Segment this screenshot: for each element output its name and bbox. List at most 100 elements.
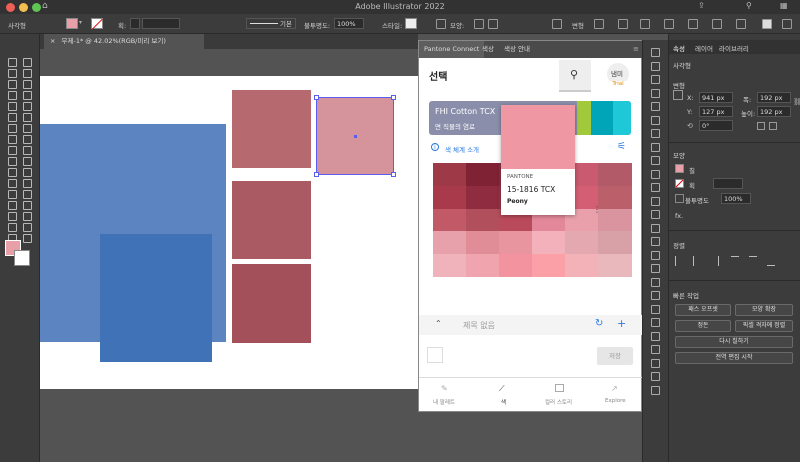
dock-panel-icon[interactable] [651,75,660,84]
dock-panel-icon[interactable] [651,210,660,219]
flip-horizontal-icon[interactable] [757,122,765,130]
distribute-icon[interactable] [664,19,674,29]
dock-panel-icon[interactable] [651,250,660,260]
search-button[interactable]: ⚲ [559,60,591,92]
tool-icon[interactable] [23,80,32,89]
nav-color-story[interactable]: 컬러 스토리 [545,398,572,406]
dock-panel-icon[interactable] [651,277,660,287]
chevron-up-icon[interactable]: ⌃ [435,319,442,328]
dock-panel-icon[interactable] [651,345,660,354]
tool-icon[interactable] [8,135,17,144]
dock-panel-icon[interactable] [651,304,660,314]
align-icon[interactable] [552,19,562,29]
tool-icon[interactable] [8,157,17,166]
tool-icon[interactable] [8,58,17,67]
tool-icon[interactable] [23,168,32,177]
tool-icon[interactable] [23,157,32,166]
color-swatch[interactable] [433,163,467,187]
nav-colors[interactable]: 색 [501,398,506,406]
wine-rectangle[interactable] [232,264,311,343]
color-swatch[interactable] [598,254,632,278]
brush-nav-icon[interactable]: ⟋ [499,384,505,394]
tool-icon[interactable] [8,223,17,232]
dock-panel-icon[interactable] [651,385,660,395]
tool-icon[interactable] [23,179,32,188]
selection-handle[interactable] [391,95,396,100]
opacity-field[interactable]: 100% [334,18,364,29]
dock-panel-icon[interactable] [651,237,660,246]
style-swatch[interactable] [405,18,417,29]
tool-icon[interactable] [8,80,17,89]
pixel-grid-button[interactable]: 픽셀 격자에 정렬 [735,320,793,332]
palette-nav-icon[interactable]: ✎ [441,384,448,393]
nav-explore[interactable]: Explore [605,398,626,404]
transform-label[interactable]: 변형 [572,20,584,30]
dock-panel-icon[interactable] [651,358,660,368]
fill-swatch[interactable] [66,18,78,29]
align-vcenter-icon[interactable] [749,256,757,266]
tab-layers[interactable]: 레이어 [695,43,713,53]
align-hcenter-icon[interactable] [693,256,701,266]
avatar[interactable]: 냄미 Trial [607,63,629,89]
offset-path-button[interactable]: 패스 오프셋 [675,304,731,316]
panel-menu-icon[interactable]: ≡ [633,45,639,53]
color-swatch[interactable] [433,208,467,232]
save-button[interactable]: 저장 [597,347,633,365]
align-center-icon[interactable] [712,19,722,29]
link-icon[interactable]: ⛓ [793,98,800,106]
tab-color-guide[interactable]: 색상 안내 [499,41,535,58]
align-bottom-icon[interactable] [767,256,775,266]
angle-field[interactable]: 0° [699,120,733,131]
selection-handle[interactable] [391,172,396,177]
tool-icon[interactable] [23,234,32,243]
dock-panel-icon[interactable] [651,115,660,125]
dock-panel-icon[interactable] [651,331,660,341]
dock-panel-icon[interactable] [651,142,660,152]
reference-point-icon[interactable] [673,90,683,100]
artboard-icon[interactable] [640,19,650,29]
stroke-color-well[interactable] [14,250,30,266]
tab-pantone-connect[interactable]: Pantone Connect [419,41,485,58]
tab-libraries[interactable]: 라이브러리 [719,43,749,53]
color-swatch[interactable] [532,254,566,278]
align-right-icon[interactable] [736,19,746,29]
tool-icon[interactable] [8,124,17,133]
explore-nav-icon[interactable]: ↗ [611,384,618,393]
dock-panel-icon[interactable] [651,156,660,165]
dark-blue-rectangle[interactable] [100,234,212,362]
align-left-icon[interactable] [675,256,683,266]
tool-icon[interactable] [8,190,17,199]
menu-icon[interactable] [782,19,792,29]
arrange-button[interactable]: 정돈 [675,320,731,332]
tab-color[interactable]: 색상 [477,41,499,58]
color-swatch[interactable] [532,231,566,255]
align-right-icon[interactable] [711,256,719,266]
color-swatch[interactable] [433,254,467,278]
stroke-weight-field[interactable] [713,178,743,189]
width-field[interactable]: 192 px [757,92,791,103]
color-swatch[interactable] [565,254,599,278]
tool-icon[interactable] [8,168,17,177]
tool-icon[interactable] [23,201,32,210]
global-edit-button[interactable]: 전역 편집 시작 [675,352,793,364]
color-swatch[interactable] [565,231,599,255]
x-field[interactable]: 941 px [699,92,733,103]
tool-icon[interactable] [8,179,17,188]
tool-icon[interactable] [8,146,17,155]
dock-panel-icon[interactable] [651,372,660,381]
dock-panel-icon[interactable] [651,196,660,206]
tool-icon[interactable] [23,212,32,221]
tool-icon[interactable] [8,102,17,111]
dock-panel-icon[interactable] [651,88,660,98]
color-swatch[interactable] [466,254,500,278]
stroke-swatch[interactable] [91,18,103,30]
selected-pink-rectangle[interactable] [314,95,396,177]
dock-panel-icon[interactable] [651,102,660,111]
tool-icon[interactable] [23,58,32,67]
fx-button[interactable]: fx. [675,212,683,220]
tab-properties[interactable]: 속성 [673,43,685,53]
selection-handle[interactable] [314,95,319,100]
tool-icon[interactable] [8,201,17,210]
dock-panel-icon[interactable] [651,48,660,57]
tool-icon[interactable] [23,190,32,199]
